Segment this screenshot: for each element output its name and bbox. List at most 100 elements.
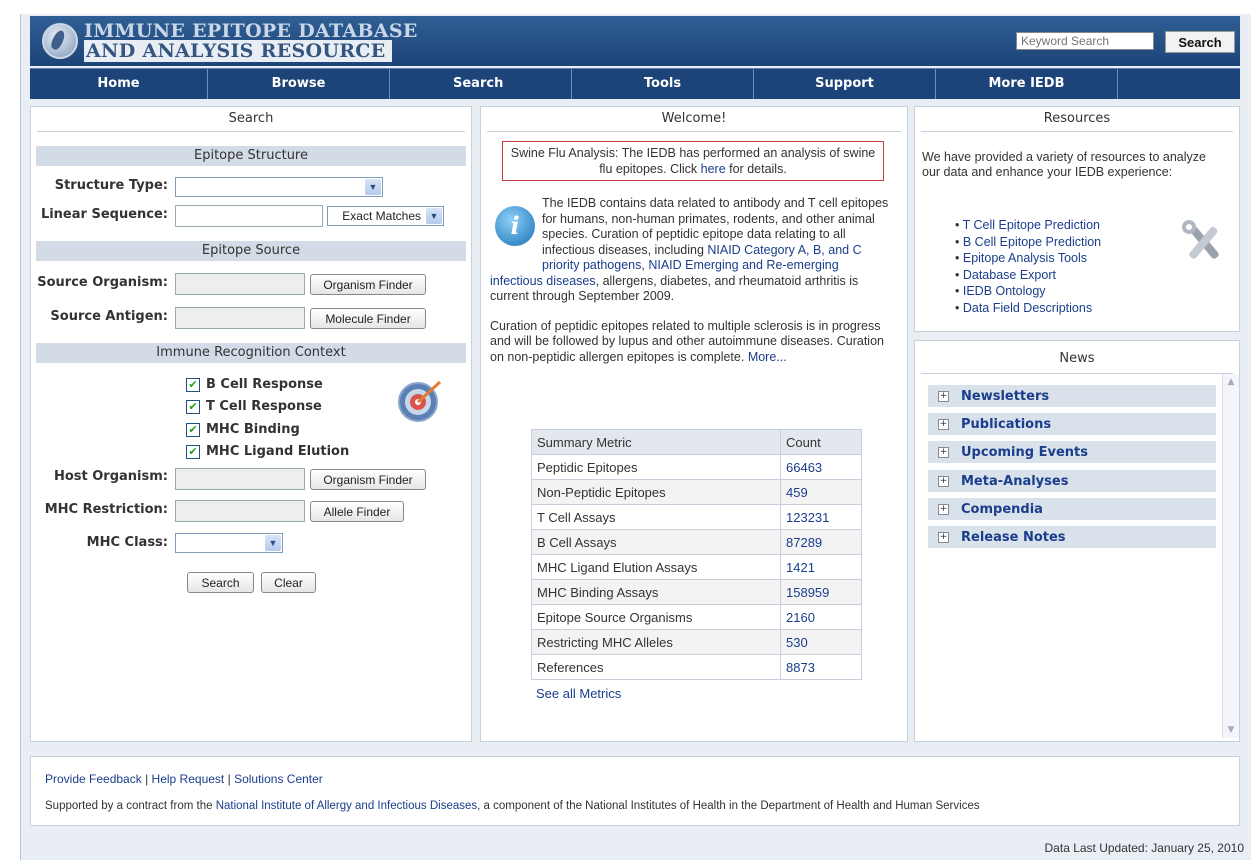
metric-count[interactable]: 1421 <box>780 554 862 580</box>
b-cell-checkbox[interactable]: ✔ B Cell Response <box>186 377 323 392</box>
resources-intro: We have provided a variety of resources … <box>922 150 1206 179</box>
news-title: News <box>921 341 1233 374</box>
table-row: Peptidic Epitopes 66463 <box>531 454 862 480</box>
match-type-select[interactable]: Exact Matches ▼ <box>327 206 444 226</box>
logo-text: IMMUNE EPITOPE DATABASE AND ANALYSIS RES… <box>84 20 418 62</box>
host-organism-finder-button[interactable]: Organism Finder <box>310 469 426 490</box>
resource-link[interactable]: Epitope Analysis Tools <box>963 251 1087 265</box>
search-submit-button[interactable]: Search <box>187 572 254 593</box>
checkbox-icon: ✔ <box>186 399 200 414</box>
more-link[interactable]: More... <box>748 350 787 364</box>
expand-icon: + <box>938 418 949 430</box>
notice-text-end: for details. <box>725 162 787 176</box>
metric-count[interactable]: 66463 <box>780 454 862 480</box>
site-logo[interactable]: IMMUNE EPITOPE DATABASE AND ANALYSIS RES… <box>42 20 418 62</box>
resources-title: Resources <box>921 107 1233 132</box>
scroll-down-icon[interactable]: ▼ <box>1223 722 1239 738</box>
main-nav: Home Browse Search Tools Support More IE… <box>30 68 1240 99</box>
immune-context-header: Immune Recognition Context <box>36 343 466 363</box>
metric-name: Peptidic Epitopes <box>531 454 781 480</box>
molecule-finder-button[interactable]: Molecule Finder <box>310 308 426 329</box>
logo-line1: IMMUNE EPITOPE DATABASE <box>84 20 418 42</box>
news-item-label: Release Notes <box>961 529 1066 545</box>
footer-separator: | <box>145 772 149 786</box>
structure-type-select[interactable]: ▼ <box>175 177 383 197</box>
source-organism-finder-button[interactable]: Organism Finder <box>310 274 426 295</box>
curation-text: Curation of peptidic epitopes related to… <box>490 318 884 364</box>
metric-count[interactable]: 87289 <box>780 529 862 555</box>
footer-links: Provide Feedback | Help Request | Soluti… <box>45 772 323 786</box>
host-organism-input[interactable] <box>175 468 305 490</box>
nav-search[interactable]: Search <box>390 69 572 99</box>
dropdown-arrow-icon: ▼ <box>365 179 381 195</box>
resource-link[interactable]: T Cell Epitope Prediction <box>963 218 1100 232</box>
table-header-row: Summary Metric Count <box>531 429 862 455</box>
keyword-search-input[interactable] <box>1016 32 1154 50</box>
notice-here-link[interactable]: here <box>701 162 726 176</box>
structure-type-label: Structure Type: <box>54 178 168 193</box>
linear-sequence-label: Linear Sequence: <box>40 207 168 222</box>
metric-count[interactable]: 158959 <box>780 579 862 605</box>
news-item-meta-analyses[interactable]: + Meta-Analyses <box>928 470 1216 492</box>
t-cell-checkbox[interactable]: ✔ T Cell Response <box>186 399 322 414</box>
allele-finder-button[interactable]: Allele Finder <box>310 501 404 522</box>
search-panel-title: Search <box>37 107 465 132</box>
nav-browse[interactable]: Browse <box>208 69 390 99</box>
news-scrollbar[interactable]: ▲ ▼ <box>1222 374 1239 738</box>
metric-count[interactable]: 8873 <box>780 654 862 680</box>
metric-count[interactable]: 530 <box>780 629 862 655</box>
nav-support[interactable]: Support <box>754 69 936 99</box>
expand-icon: + <box>938 446 949 458</box>
resource-link[interactable]: Data Field Descriptions <box>963 301 1092 315</box>
news-item-compendia[interactable]: + Compendia <box>928 498 1216 520</box>
nav-home[interactable]: Home <box>30 69 208 99</box>
dropdown-arrow-icon: ▼ <box>426 208 442 224</box>
checkbox-icon: ✔ <box>186 377 200 392</box>
metric-name: B Cell Assays <box>531 529 781 555</box>
b-cell-label: B Cell Response <box>206 377 323 392</box>
news-item-release-notes[interactable]: + Release Notes <box>928 526 1216 548</box>
clear-button[interactable]: Clear <box>261 572 316 593</box>
news-item-newsletters[interactable]: + Newsletters <box>928 385 1216 407</box>
data-last-updated: Data Last Updated: January 25, 2010 <box>1044 841 1244 855</box>
solutions-center-link[interactable]: Solutions Center <box>234 772 323 786</box>
mhc-binding-checkbox[interactable]: ✔ MHC Binding <box>186 422 300 437</box>
provide-feedback-link[interactable]: Provide Feedback <box>45 772 142 786</box>
metric-count[interactable]: 459 <box>780 479 862 505</box>
resource-link[interactable]: IEDB Ontology <box>963 284 1046 298</box>
expand-icon: + <box>938 390 949 402</box>
help-request-link[interactable]: Help Request <box>152 772 225 786</box>
nav-more-iedb[interactable]: More IEDB <box>936 69 1118 99</box>
news-item-label: Newsletters <box>961 388 1050 404</box>
source-antigen-input[interactable] <box>175 307 305 329</box>
news-item-label: Upcoming Events <box>961 444 1088 460</box>
mhc-restriction-input[interactable] <box>175 500 305 522</box>
linear-sequence-input[interactable] <box>175 205 323 227</box>
niaid-link[interactable]: National Institute of Allergy and Infect… <box>216 800 477 812</box>
source-organism-input[interactable] <box>175 273 305 295</box>
keyword-search-button[interactable]: Search <box>1165 31 1235 53</box>
mhc-class-select[interactable]: ▼ <box>175 533 283 553</box>
info-icon: i <box>495 206 535 246</box>
see-all-metrics-link[interactable]: See all Metrics <box>536 686 621 701</box>
scroll-up-icon[interactable]: ▲ <box>1223 374 1239 390</box>
table-row: MHC Binding Assays 158959 <box>531 579 862 605</box>
metric-count[interactable]: 2160 <box>780 604 862 630</box>
table-row: Restricting MHC Alleles 530 <box>531 629 862 655</box>
metric-name: MHC Ligand Elution Assays <box>531 554 781 580</box>
metric-count[interactable]: 123231 <box>780 504 862 530</box>
news-item-upcoming-events[interactable]: + Upcoming Events <box>928 441 1216 463</box>
metric-name: References <box>531 654 781 680</box>
table-row: T Cell Assays 123231 <box>531 504 862 530</box>
nav-tools[interactable]: Tools <box>572 69 754 99</box>
metric-name: T Cell Assays <box>531 504 781 530</box>
resource-link[interactable]: Database Export <box>963 268 1056 282</box>
mhc-elution-checkbox[interactable]: ✔ MHC Ligand Elution <box>186 444 349 459</box>
news-item-publications[interactable]: + Publications <box>928 413 1216 435</box>
table-row: MHC Ligand Elution Assays 1421 <box>531 554 862 580</box>
metric-name: MHC Binding Assays <box>531 579 781 605</box>
footer-support-text: Supported by a contract from the Nationa… <box>45 800 980 812</box>
resource-link[interactable]: B Cell Epitope Prediction <box>963 235 1101 249</box>
t-cell-label: T Cell Response <box>206 399 322 414</box>
support-text: Supported by a contract from the <box>45 800 216 812</box>
